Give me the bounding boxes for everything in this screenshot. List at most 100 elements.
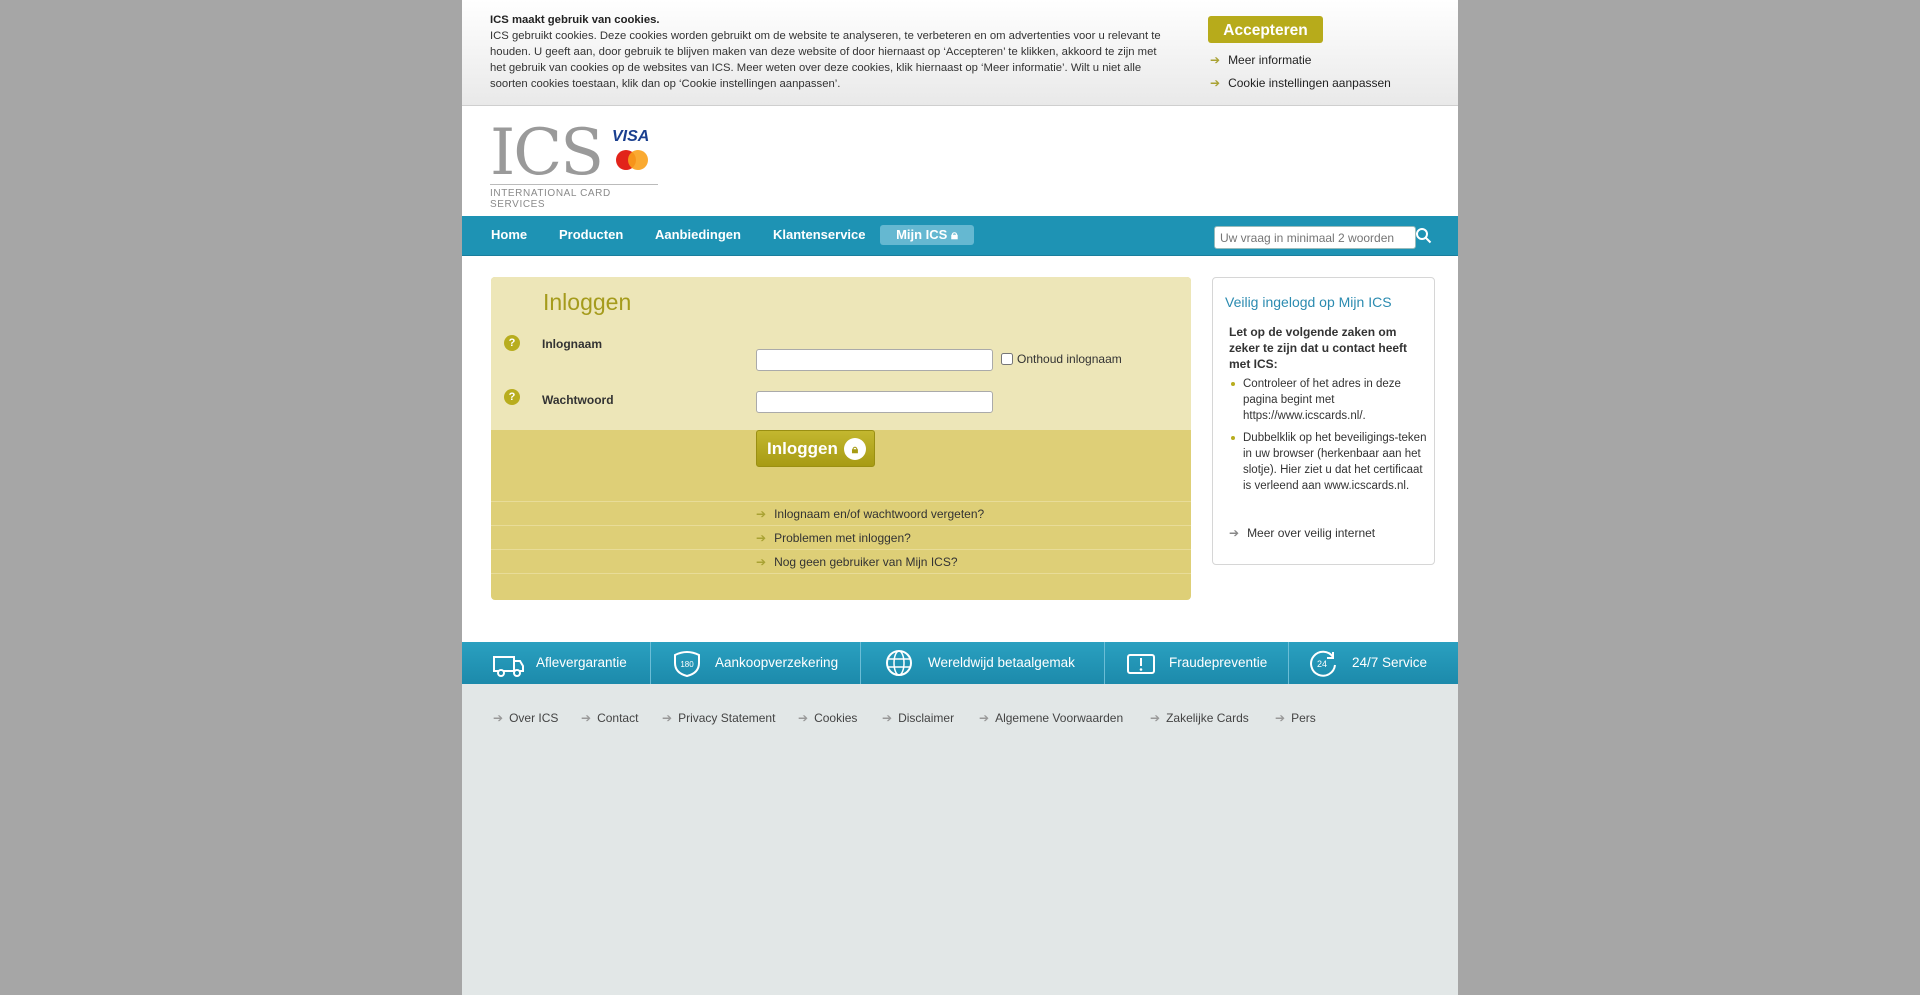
footer-link-privacy[interactable]: ➔ Privacy Statement — [662, 711, 775, 725]
security-intro: Let op de volgende zaken om zeker te zij… — [1229, 325, 1408, 371]
feature-fraudepreventie[interactable]: Fraudepreventie — [1105, 642, 1289, 684]
arrow-right-icon: ➔ — [581, 711, 592, 725]
svg-text:180: 180 — [680, 660, 694, 669]
main-nav: Home Producten Aanbiedingen Klantenservi… — [462, 216, 1458, 256]
help-icon[interactable]: ? — [504, 335, 520, 351]
footer-link-label: Cookies — [814, 711, 858, 725]
footer-link-label: Over ICS — [509, 711, 559, 725]
delivery-icon — [493, 656, 524, 677]
arrow-right-icon: ➔ — [798, 711, 809, 725]
arrow-right-icon: ➔ — [979, 711, 990, 725]
arrow-right-icon: ➔ — [1210, 76, 1221, 90]
username-label: Inlognaam — [542, 337, 603, 351]
login-help-links: ➔ Inlognaam en/of wachtwoord vergeten? ➔ P… — [491, 501, 1191, 574]
footer-link-zakelijk[interactable]: ➔ Zakelijke Cards — [1150, 711, 1249, 725]
login-button[interactable]: Inloggen 🔒︎ — [756, 430, 875, 467]
feature-label: Aankoopverzekering — [715, 655, 839, 670]
globe-icon — [886, 650, 912, 676]
ics-logo[interactable]: ICS VISA INTERNATIONAL CARD SERVICES — [490, 116, 660, 210]
arrow-right-icon: ➔ — [1275, 711, 1286, 725]
logo-subtitle: INTERNATIONAL CARD SERVICES — [490, 184, 658, 210]
password-label: Wachtwoord — [542, 393, 614, 407]
lock-icon: 🔒︎ — [844, 438, 866, 460]
list-item: Dubbelklik op het beveiligings-teken in … — [1229, 430, 1427, 494]
footer-link-over-ics[interactable]: ➔ Over ICS — [493, 711, 558, 725]
safe-internet-label: Meer over veilig internet — [1247, 526, 1376, 540]
list-item: ➔ Problemen met inloggen? — [491, 525, 1191, 549]
alert-card-icon — [1127, 654, 1155, 674]
footer-link-label: Contact — [597, 711, 639, 725]
cookie-title: ICS maakt gebruik van cookies. — [490, 14, 660, 26]
cookie-banner: ICS maakt gebruik van cookies. ICS gebru… — [462, 0, 1458, 106]
search-input[interactable] — [1214, 226, 1416, 249]
footer-link-cookies[interactable]: ➔ Cookies — [798, 711, 857, 725]
logo-wordmark: ICS — [490, 116, 604, 190]
safe-internet-link[interactable]: ➔ Meer over veilig internet — [1229, 526, 1375, 540]
cookie-more-info-link[interactable]: ➔ Meer informatie — [1210, 53, 1311, 67]
list-item: ➔ Nog geen gebruiker van Mijn ICS? — [491, 549, 1191, 574]
nav-item-klantenservice[interactable]: Klantenservice — [773, 227, 866, 242]
feature-aankoopverzekering[interactable]: 180 Aankoopverzekering — [651, 642, 861, 684]
login-title: Inloggen — [543, 289, 632, 315]
feature-wereldwijd[interactable]: Wereldwijd betaalgemak — [861, 642, 1105, 684]
arrow-right-icon: ➔ — [1210, 53, 1221, 67]
site-header: ICS VISA INTERNATIONAL CARD SERVICES — [462, 106, 1458, 216]
svg-text:24: 24 — [1317, 659, 1327, 669]
nav-item-producten[interactable]: Producten — [559, 227, 623, 242]
lock-icon: 🔒︎ — [950, 227, 958, 242]
arrow-right-icon: ➔ — [756, 555, 767, 569]
cookie-more-info-label: Meer informatie — [1228, 53, 1312, 67]
login-panel: Inloggen ? Inlognaam Onthoud inlognaam ?… — [491, 277, 1191, 600]
nav-item-home[interactable]: Home — [491, 227, 527, 242]
forgot-credentials-link[interactable]: ➔ Inlognaam en/of wachtwoord vergeten? — [756, 507, 984, 521]
footer-link-disclaimer[interactable]: ➔ Disclaimer — [882, 711, 954, 725]
cookie-body: ICS gebruikt cookies. Deze cookies worde… — [490, 30, 1161, 90]
security-info-box: Veilig ingelogd op Mijn ICS Let op de vo… — [1212, 277, 1435, 565]
footer-link-label: Algemene Voorwaarden — [995, 711, 1124, 725]
footer-link-label: Disclaimer — [898, 711, 955, 725]
username-input[interactable] — [756, 349, 993, 371]
login-problems-link[interactable]: ➔ Problemen met inloggen? — [756, 531, 911, 545]
register-link[interactable]: ➔ Nog geen gebruiker van Mijn ICS? — [756, 555, 958, 569]
feature-service[interactable]: 24 24/7 Service — [1289, 642, 1458, 684]
security-title: Veilig ingelogd op Mijn ICS — [1225, 294, 1392, 310]
remember-checkbox[interactable] — [1001, 353, 1013, 365]
page: ICS maakt gebruik van cookies. ICS gebru… — [462, 0, 1458, 995]
nav-item-mijn-ics[interactable]: Mijn ICS 🔒︎ — [880, 225, 974, 245]
accept-cookies-button[interactable]: Accepteren — [1208, 16, 1323, 43]
remember-label: Onthoud inlognaam — [1017, 352, 1122, 366]
clock-24-icon: 24 — [1310, 650, 1336, 677]
security-tips: Controleer of het adres in deze pagina b… — [1229, 376, 1427, 500]
arrow-right-icon: ➔ — [756, 531, 767, 545]
cookie-text: ICS maakt gebruik van cookies. ICS gebru… — [490, 12, 1172, 92]
main-content: Inloggen ? Inlognaam Onthoud inlognaam ?… — [462, 256, 1458, 642]
footer-link-label: Pers — [1291, 711, 1316, 725]
arrow-right-icon: ➔ — [1229, 526, 1240, 540]
cookie-settings-label: Cookie instellingen aanpassen — [1228, 76, 1391, 90]
list-item: Controleer of het adres in deze pagina b… — [1229, 376, 1427, 424]
remember-username[interactable]: Onthoud inlognaam — [1001, 352, 1122, 366]
footer-link-contact[interactable]: ➔ Contact — [581, 711, 638, 725]
password-input[interactable] — [756, 391, 993, 413]
arrow-right-icon: ➔ — [1150, 711, 1161, 725]
nav-item-aanbiedingen[interactable]: Aanbiedingen — [655, 227, 741, 242]
footer-link-label: Zakelijke Cards — [1166, 711, 1249, 725]
site-footer: ➔ Over ICS ➔ Contact ➔ Privacy Statement ➔ C… — [462, 684, 1458, 995]
arrow-right-icon: ➔ — [662, 711, 673, 725]
feature-label: Wereldwijd betaalgemak — [928, 655, 1075, 670]
footer-link-pers[interactable]: ➔ Pers — [1275, 711, 1316, 725]
shield-icon: 180 — [674, 651, 700, 677]
footer-link-label: Privacy Statement — [678, 711, 776, 725]
arrow-right-icon: ➔ — [882, 711, 893, 725]
login-button-label: Inloggen — [767, 438, 838, 458]
footer-link-voorwaarden[interactable]: ➔ Algemene Voorwaarden — [979, 711, 1123, 725]
feature-label: Aflevergarantie — [536, 655, 627, 670]
forgot-credentials-label: Inlognaam en/of wachtwoord vergeten? — [774, 507, 985, 521]
help-icon[interactable]: ? — [504, 389, 520, 405]
feature-aflevergarantie[interactable]: Aflevergarantie — [462, 642, 651, 684]
arrow-right-icon: ➔ — [493, 711, 504, 725]
cookie-settings-link[interactable]: ➔ Cookie instellingen aanpassen — [1210, 76, 1391, 90]
mastercard-logo — [616, 150, 648, 170]
login-problems-label: Problemen met inloggen? — [774, 531, 911, 545]
search-icon[interactable] — [1415, 227, 1432, 244]
